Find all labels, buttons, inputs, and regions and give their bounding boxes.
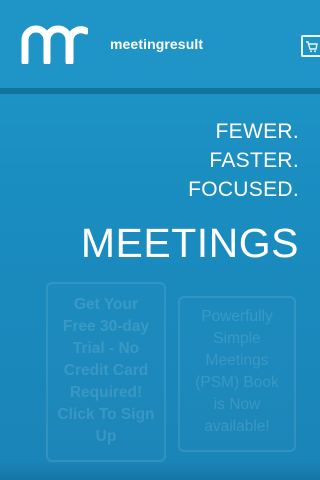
tagline-line-focused: FOCUSED.: [188, 178, 299, 201]
cart-button[interactable]: [301, 35, 320, 57]
app-header: meetingresult: [0, 0, 320, 88]
brand-name[interactable]: meetingresult: [110, 36, 203, 52]
header-divider: [0, 88, 320, 94]
shopping-cart-icon: [306, 40, 318, 52]
free-trial-promo-button[interactable]: Get Your Free 30-day Trial - No Credit C…: [46, 282, 166, 462]
hero-tagline: FEWER. FASTER. FOCUSED.: [188, 117, 299, 204]
tagline-line-faster: FASTER.: [209, 149, 299, 172]
bottom-band: [0, 462, 320, 480]
tagline-line-fewer: FEWER.: [215, 120, 299, 143]
hero-headline: MEETINGS: [80, 220, 299, 266]
meetingresult-logo[interactable]: [20, 24, 88, 64]
psm-book-promo-button[interactable]: Powerfully Simple Meetings (PSM) Book is…: [178, 296, 296, 452]
